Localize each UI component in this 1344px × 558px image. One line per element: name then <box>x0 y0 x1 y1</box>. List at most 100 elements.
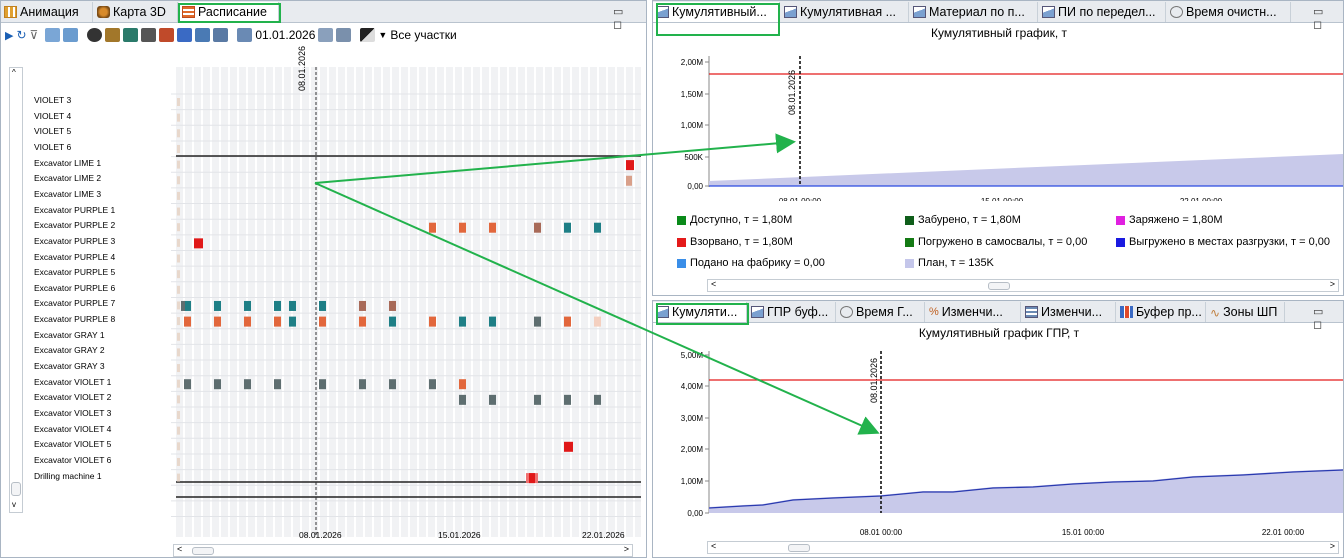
vertical-scrollbar[interactable]: ^ v <box>9 67 23 513</box>
area-chart-icon <box>656 6 669 18</box>
tab-map-3d[interactable]: Карта 3D <box>94 2 178 22</box>
grid-column <box>527 67 534 537</box>
refresh-icon[interactable]: ↻ <box>16 28 26 42</box>
tab-cumulative[interactable]: Кумулятивный... <box>653 2 780 22</box>
resource-label[interactable]: VIOLET 4 <box>34 111 71 121</box>
tab-pi[interactable]: ПИ по передел... <box>1039 2 1166 22</box>
filter-icon[interactable]: ⊽ <box>30 28 39 42</box>
tab-gpr-buffer[interactable]: ГПР буф... <box>748 302 836 322</box>
date-field[interactable]: 01.01.2026 <box>255 28 315 42</box>
task-block <box>184 300 191 311</box>
x-tick-label: 22.01.2026 <box>582 530 625 540</box>
resource-label[interactable]: VIOLET 5 <box>34 126 71 136</box>
scroll-down-icon[interactable]: v <box>12 500 16 509</box>
dropdown-arrow-icon[interactable]: ▼ <box>378 30 387 40</box>
legend-swatch <box>905 215 914 225</box>
tab-variability-2[interactable]: Изменчи... <box>1022 302 1116 322</box>
area-select[interactable]: Все участки <box>390 28 456 42</box>
resource-label[interactable]: Excavator LIME 1 <box>34 158 101 168</box>
resource-label[interactable]: Excavator GRAY 2 <box>34 345 105 355</box>
tab-label: Кумуляти... <box>672 305 738 319</box>
horizontal-scrollbar[interactable]: < > <box>173 544 633 557</box>
scroll-up-icon[interactable]: ^ <box>12 68 16 77</box>
loader-icon[interactable] <box>159 28 175 42</box>
grid-column <box>572 67 579 537</box>
area-chart-icon <box>913 6 926 18</box>
resource-label[interactable]: Excavator VIOLET 2 <box>34 392 111 402</box>
resource-label[interactable]: Excavator GRAY 1 <box>34 330 105 340</box>
resource-label[interactable]: Excavator PURPLE 4 <box>34 252 115 262</box>
resource-label[interactable]: Excavator PURPLE 2 <box>34 220 115 230</box>
excavator-icon[interactable] <box>123 28 139 42</box>
scroll-thumb[interactable] <box>788 544 810 552</box>
legend-label: План, т = 135K <box>918 257 994 269</box>
scroll-thumb[interactable] <box>988 282 1010 290</box>
resource-label[interactable]: Excavator VIOLET 3 <box>34 408 111 418</box>
bars-icon[interactable] <box>195 28 211 42</box>
scroll-right-icon[interactable]: > <box>1330 279 1335 289</box>
horizontal-scrollbar[interactable]: < > <box>707 279 1339 292</box>
gauge-icon <box>840 306 853 318</box>
scroll-left-icon[interactable]: < <box>711 541 716 551</box>
grid-column <box>536 67 543 537</box>
resource-label[interactable]: Excavator PURPLE 6 <box>34 283 115 293</box>
legend-label: Заряжено = 1,80M <box>1129 214 1223 226</box>
task-block <box>459 394 466 405</box>
calendar-picker-icon[interactable] <box>318 28 334 42</box>
resource-label[interactable]: Excavator PURPLE 8 <box>34 314 115 324</box>
resource-label[interactable]: VIOLET 6 <box>34 142 71 152</box>
task-block <box>389 300 396 311</box>
tab-cumulative-gpr[interactable]: Кумуляти... <box>653 302 747 322</box>
scroll-right-icon[interactable]: > <box>624 544 629 554</box>
gear-dark-icon[interactable] <box>87 28 103 42</box>
scroll-thumb[interactable] <box>192 547 214 555</box>
play-icon[interactable]: ▶ <box>5 29 13 42</box>
tab-variability-1[interactable]: % Изменчи... <box>926 302 1021 322</box>
scroll-thumb[interactable] <box>11 482 21 496</box>
resource-label[interactable]: Excavator GRAY 3 <box>34 361 105 371</box>
resource-label[interactable]: Excavator PURPLE 7 <box>34 298 115 308</box>
resource-label[interactable]: Excavator PURPLE 1 <box>34 205 115 215</box>
resource-label[interactable]: Excavator VIOLET 1 <box>34 377 111 387</box>
calendar-icon[interactable] <box>237 28 253 42</box>
tab-material[interactable]: Материал по п... <box>910 2 1038 22</box>
tab-label: ПИ по передел... <box>1058 5 1156 19</box>
scroll-left-icon[interactable]: < <box>711 279 716 289</box>
legend-item: Забурено, т = 1,80M <box>905 214 1021 226</box>
row-start-tick <box>177 379 180 388</box>
grid-column <box>581 67 588 537</box>
drill-icon[interactable] <box>105 28 121 42</box>
color-mode-icon[interactable] <box>360 28 376 42</box>
zoom-icon[interactable] <box>336 28 352 42</box>
horizontal-scrollbar[interactable]: < > <box>707 541 1339 554</box>
resource-label[interactable]: Excavator VIOLET 4 <box>34 424 111 434</box>
tab-buffer[interactable]: Буфер пр... <box>1117 302 1206 322</box>
resource-label[interactable]: Excavator PURPLE 5 <box>34 267 115 277</box>
tab-animation[interactable]: Анимация <box>1 2 93 22</box>
scroll-right-icon[interactable]: > <box>1330 541 1335 551</box>
export-icon[interactable] <box>213 28 229 42</box>
resource-label[interactable]: VIOLET 3 <box>34 95 71 105</box>
list-view-icon[interactable] <box>45 28 61 42</box>
resource-label[interactable]: Drilling machine 1 <box>34 471 102 481</box>
resource-label[interactable]: Excavator PURPLE 3 <box>34 236 115 246</box>
crew-icon[interactable] <box>177 28 193 42</box>
tab-zones[interactable]: ∿ Зоны ШП <box>1207 302 1285 322</box>
tab-schedule[interactable]: Расписание <box>179 2 279 22</box>
tab-cumulative-2[interactable]: Кумулятивная ... <box>781 2 909 22</box>
cumulative-chart-pane: Кумулятивный... Кумулятивная ... Материа… <box>652 0 1344 296</box>
resource-label[interactable]: Excavator VIOLET 5 <box>34 439 111 449</box>
scroll-left-icon[interactable]: < <box>177 544 182 554</box>
task-block <box>389 379 396 390</box>
grid-view-icon[interactable] <box>63 28 79 42</box>
task-block <box>194 238 203 249</box>
area-chart-icon <box>1042 6 1055 18</box>
tab-cleaning-time[interactable]: Время очистн... <box>1167 2 1291 22</box>
truck-icon[interactable] <box>141 28 157 42</box>
resource-label[interactable]: Excavator VIOLET 6 <box>34 455 111 465</box>
resource-label[interactable]: Excavator LIME 2 <box>34 173 101 183</box>
legend-item: Погружено в самосвалы, т = 0,00 <box>905 236 1087 248</box>
resource-label[interactable]: Excavator LIME 3 <box>34 189 101 199</box>
task-block <box>289 316 296 327</box>
tab-gpr-time[interactable]: Время Г... <box>837 302 925 322</box>
